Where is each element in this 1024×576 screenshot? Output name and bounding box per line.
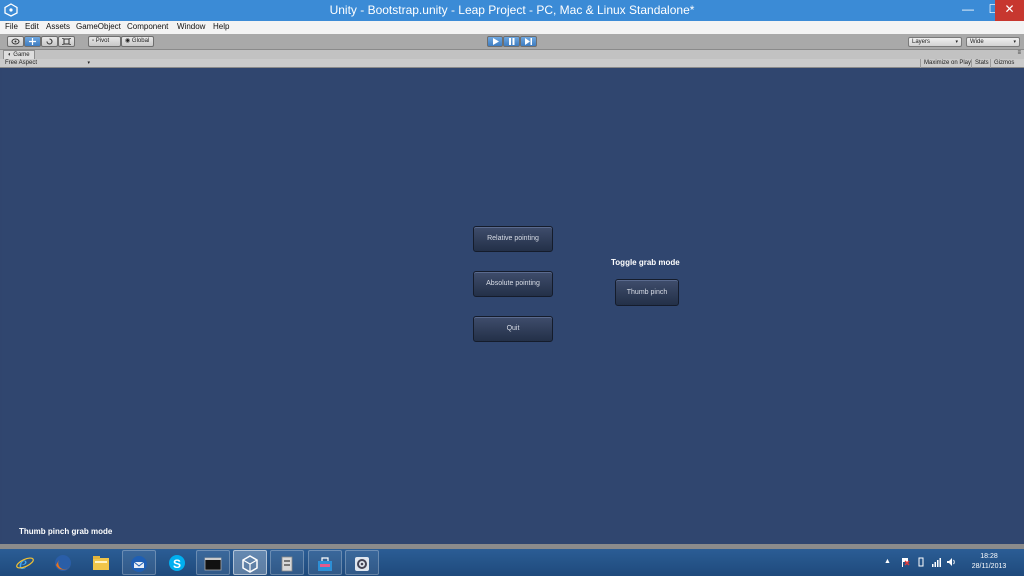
clock-date: 28/11/2013	[971, 563, 1007, 570]
close-button[interactable]: ✕	[995, 0, 1024, 21]
taskbar-unity[interactable]	[233, 550, 267, 575]
taskbar-internet-explorer[interactable]: e	[8, 550, 42, 575]
scale-tool-button[interactable]	[58, 36, 75, 47]
toggle-grab-mode-label: Toggle grab mode	[611, 258, 680, 267]
gizmos-dropdown[interactable]: Gizmos	[990, 59, 1017, 68]
clock-time: 18:28	[980, 553, 998, 560]
relative-pointing-button[interactable]: Relative pointing	[473, 226, 553, 252]
quit-button[interactable]: Quit	[473, 316, 553, 342]
pivot-label: Pivot	[95, 38, 110, 44]
editor-toolbar: ▫ Pivot ◉ Global Layers ▾ Wide ▾	[0, 34, 1024, 50]
layout-dropdown[interactable]: Wide ▾	[966, 37, 1020, 47]
chevron-down-icon: ▾	[87, 60, 90, 66]
pause-button[interactable]	[503, 36, 520, 47]
app-store-icon	[318, 557, 332, 571]
grab-mode-status: Thumb pinch grab mode	[19, 527, 113, 536]
taskbar-command-prompt[interactable]	[196, 550, 230, 575]
pause-icon	[509, 38, 515, 45]
play-button[interactable]	[487, 36, 503, 47]
taskbar-store[interactable]	[308, 550, 342, 575]
wifi-signal-icon[interactable]	[931, 557, 941, 567]
taskbar-settings[interactable]	[345, 550, 379, 575]
move-tool-button[interactable]	[24, 36, 41, 47]
taskbar-thunderbird[interactable]	[122, 550, 156, 575]
device-icon[interactable]	[916, 557, 926, 567]
hand-tool-button[interactable]	[7, 36, 24, 47]
stats-toggle[interactable]: Stats	[971, 59, 992, 68]
chevron-down-icon: ▾	[955, 39, 958, 45]
move-icon	[29, 38, 36, 45]
menu-edit[interactable]: Edit	[25, 22, 39, 31]
taskbar-firefox[interactable]	[46, 550, 80, 575]
windows-taskbar: e S ▲ 18:28 28/11/2013	[0, 549, 1024, 576]
command-prompt-icon	[204, 557, 222, 571]
global-label: Global	[131, 38, 150, 44]
menu-bar: File Edit Assets GameObject Component Wi…	[0, 21, 1024, 34]
skype-icon: S	[169, 555, 185, 571]
step-button[interactable]	[520, 36, 537, 47]
app-installer-icon	[281, 556, 293, 572]
svg-text:S: S	[173, 557, 181, 571]
pivot-toggle[interactable]: ▫ Pivot	[88, 36, 121, 47]
window-title: Unity - Bootstrap.unity - Leap Project -…	[329, 3, 695, 17]
menu-assets[interactable]: Assets	[46, 22, 70, 31]
file-explorer-icon	[93, 556, 109, 570]
scale-icon	[62, 38, 71, 45]
taskbar-skype[interactable]: S	[160, 550, 194, 575]
rotate-icon	[46, 38, 53, 45]
play-icon	[492, 38, 499, 45]
minimize-button[interactable]: —	[955, 0, 981, 21]
step-icon	[525, 38, 532, 45]
panel-menu-icon[interactable]: ≡	[1017, 50, 1021, 56]
thunderbird-icon	[131, 556, 147, 572]
taskbar-file-explorer[interactable]	[84, 550, 118, 575]
global-toggle[interactable]: ◉ Global	[121, 36, 154, 47]
game-panel-toolbar: Free Aspect ▾ Maximize on Play Stats Gizm…	[0, 59, 1024, 68]
aspect-dropdown[interactable]: Free Aspect ▾	[5, 60, 90, 67]
internet-explorer-icon: e	[16, 553, 34, 573]
aspect-label: Free Aspect	[5, 60, 38, 66]
tray-chevron-up-icon[interactable]: ▲	[884, 557, 894, 567]
rotate-tool-button[interactable]	[41, 36, 58, 47]
game-view[interactable]: Relative pointing Absolute pointing Quit…	[2, 69, 1022, 544]
menu-component[interactable]: Component	[127, 22, 168, 31]
firefox-icon	[55, 555, 71, 571]
absolute-pointing-button[interactable]: Absolute pointing	[473, 271, 553, 297]
menu-help[interactable]: Help	[213, 22, 229, 31]
hand-icon	[11, 38, 20, 45]
tab-game-label: Game	[13, 52, 30, 58]
unity-icon	[242, 555, 258, 573]
menu-gameobject[interactable]: GameObject	[76, 22, 121, 31]
game-panel-tabbar: ◐ Game ≡	[0, 50, 1024, 59]
menu-window[interactable]: Window	[177, 22, 205, 31]
taskbar-clock[interactable]: 18:28 28/11/2013	[960, 552, 1018, 572]
thumb-pinch-button[interactable]: Thumb pinch	[615, 279, 679, 306]
chevron-down-icon: ▾	[1013, 39, 1016, 45]
tab-game[interactable]: ◐ Game	[3, 50, 35, 59]
settings-gear-icon	[355, 557, 369, 571]
taskbar-installer[interactable]	[270, 550, 304, 575]
action-center-flag-icon[interactable]	[900, 557, 910, 567]
menu-file[interactable]: File	[5, 22, 18, 31]
layers-label: Layers	[912, 39, 931, 45]
layout-label: Wide	[970, 39, 984, 45]
svg-text:e: e	[19, 553, 27, 573]
volume-icon[interactable]	[946, 557, 956, 567]
layers-dropdown[interactable]: Layers ▾	[908, 37, 962, 47]
window-titlebar: Unity - Bootstrap.unity - Leap Project -…	[0, 0, 1024, 21]
maximize-on-play-toggle[interactable]: Maximize on Play	[920, 59, 974, 68]
